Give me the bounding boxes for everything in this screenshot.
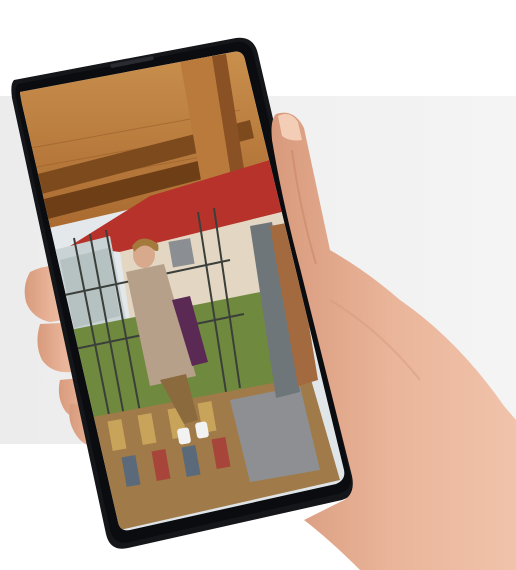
photo-scene [11,37,516,570]
